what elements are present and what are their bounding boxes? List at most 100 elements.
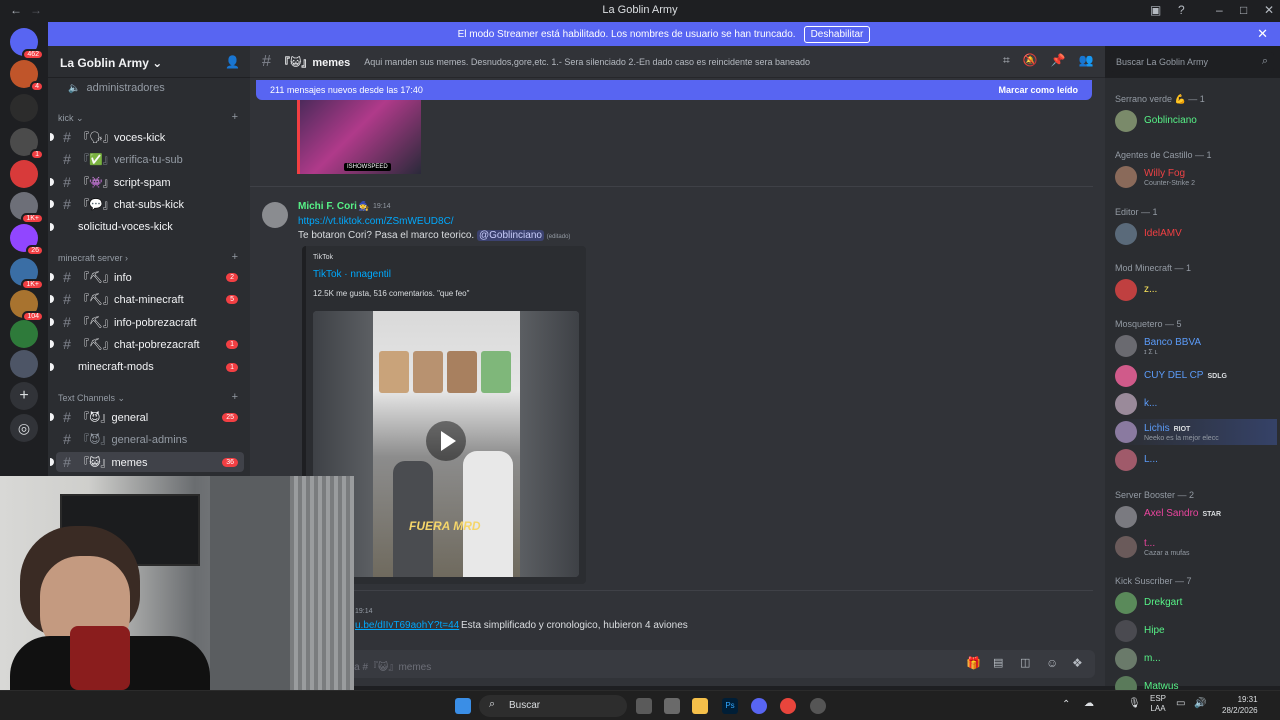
minimize-icon[interactable]: – [1216, 3, 1223, 17]
search-input[interactable]: Buscar La Goblin Army ⌕ [1110, 52, 1274, 72]
channel-chat-minecraft[interactable]: # 『⛏』chat-minecraft 5 [50, 289, 244, 309]
server-icon[interactable] [10, 320, 38, 348]
close-window-icon[interactable]: ✕ [1264, 3, 1274, 17]
server-icon[interactable] [10, 160, 38, 188]
help-icon[interactable]: ? [1178, 3, 1185, 17]
server-badge: 1 [30, 149, 44, 160]
category-text-channels[interactable]: Text Channels ⌄ [58, 393, 125, 404]
microphone-icon[interactable]: 🎙 [1128, 698, 1141, 709]
invite-icon[interactable]: 👤 [225, 55, 240, 69]
server-icon[interactable]: 1K+ [10, 258, 44, 290]
channel-topic[interactable]: Aqui manden sus memes. Desnudos,gore,etc… [364, 57, 810, 67]
channel-memes[interactable]: # 『😺』memes 36 [50, 452, 244, 472]
author-badge-icon: 🧙 [358, 201, 370, 211]
member-name: L... [1144, 454, 1158, 465]
add-channel-icon[interactable]: + [232, 111, 238, 123]
server-icon[interactable]: 4 [10, 60, 44, 92]
lang-code: ESP [1150, 694, 1167, 703]
channel-voces-kick[interactable]: # 『🗣』voces-kick [50, 127, 244, 147]
channel-label: 『⛏』info-pobrezacraft [78, 317, 197, 329]
new-messages-bar[interactable]: 211 mensajes nuevos desde las 17:40 Marc… [256, 80, 1092, 100]
member-activity: ɪ Σ ʟ [1144, 349, 1158, 356]
network-icon[interactable]: ▭ [1176, 698, 1185, 709]
channel-label: 『⛏』chat-pobrezacraft [78, 339, 200, 351]
embed-title[interactable]: TikTok · nnagentil [313, 269, 391, 280]
channel-chat-pobrezacraft[interactable]: # 『⛏』chat-pobrezacraft 1 [50, 334, 244, 354]
channel-solicitud-voces-kick[interactable]: solicitud-voces-kick [50, 217, 244, 237]
close-banner-icon[interactable]: ✕ [1257, 26, 1268, 42]
server-icon[interactable] [10, 350, 38, 378]
message-author[interactable]: Michi F. Cori [298, 201, 357, 212]
divider [250, 590, 1093, 591]
tray-icon[interactable]: ☁ [1084, 698, 1094, 709]
maximize-icon[interactable]: □ [1240, 3, 1247, 17]
category-kick[interactable]: kick ⌄ [58, 113, 84, 124]
sticker-icon[interactable]: ◫ [1020, 656, 1030, 669]
mention-count: 1 [226, 362, 238, 372]
message-link[interactable]: https://vt.tiktok.com/ZSmWEUD8C/ [298, 216, 454, 227]
hash-icon: # [63, 336, 71, 352]
photoshop-icon[interactable]: Ps [722, 698, 738, 714]
app-icon[interactable] [810, 698, 826, 714]
server-icon[interactable] [10, 94, 38, 122]
start-windows-icon[interactable] [455, 698, 471, 714]
channel-label: 『😈』general-admins [78, 434, 188, 446]
app-icon[interactable] [664, 698, 680, 714]
add-channel-icon[interactable]: + [232, 251, 238, 263]
member-activity: Neeko es la mejor elecc [1144, 435, 1219, 442]
channel-administradores[interactable]: 🔈 administradores [68, 78, 256, 98]
mark-read-button[interactable]: Marcar como leído [998, 85, 1078, 95]
member-name: Goblinciano [1144, 115, 1197, 126]
add-server-icon[interactable]: + [10, 382, 38, 410]
taskbar-search-label: Buscar [509, 700, 541, 711]
language-indicator[interactable]: ESP LAA [1150, 694, 1166, 714]
guild-header[interactable]: La Goblin Army ⌄ 👤 [48, 46, 250, 78]
previous-image-attachment[interactable]: ISHOWSPEED [297, 98, 421, 174]
member-name-text: Axel Sandro [1144, 508, 1199, 519]
message-link[interactable]: u.be/dIIvT69aohY?t=44 [355, 620, 459, 631]
channel-verifica-tu-sub[interactable]: # 『✅』verifica-tu-sub [56, 149, 244, 169]
gif-icon[interactable]: ▤ [993, 656, 1003, 669]
add-channel-icon[interactable]: + [232, 391, 238, 403]
member-item[interactable]: Lichis RIOT Neeko es la mejor elecc [1115, 419, 1277, 445]
category-minecraft[interactable]: minecraft server › [58, 253, 128, 263]
channel-general[interactable]: # 『😈』general 25 [50, 407, 244, 427]
gift-icon[interactable]: 🎁 [966, 656, 981, 670]
disable-streamer-button[interactable]: Deshabilitar [803, 25, 871, 43]
play-button[interactable] [426, 421, 466, 461]
mute-bell-icon[interactable]: 🔕 [1023, 53, 1038, 71]
hash-icon: # [63, 314, 71, 330]
channel-info-pobrezacraft[interactable]: # 『⛏』info-pobrezacraft [50, 312, 244, 332]
clock[interactable]: 19:31 28/2/2026 [1222, 694, 1258, 716]
direct-messages-icon[interactable]: 462 [10, 28, 44, 60]
message-composer[interactable]: aje a #『😺』memes 🎁 ▤ ◫ ☺ ❖ [330, 650, 1095, 678]
server-icon[interactable]: 26 [10, 224, 44, 256]
members-icon[interactable]: 👥 [1079, 53, 1094, 71]
embed-provider: TikTok [313, 254, 333, 261]
channel-general-admins[interactable]: # 『😈』general-admins [56, 429, 244, 449]
emoji-icon[interactable]: ☺ [1046, 656, 1058, 670]
channel-script-spam[interactable]: # 『👾』script-spam [50, 172, 244, 192]
server-badge: 462 [22, 49, 44, 60]
apps-icon[interactable]: ❖ [1072, 656, 1083, 670]
pin-icon[interactable]: 📌 [1051, 53, 1066, 71]
server-icon[interactable]: 104 [10, 290, 44, 322]
tray-chevron-icon[interactable]: ⌃ [1062, 699, 1070, 710]
chrome-icon[interactable] [780, 698, 796, 714]
channel-minecraft-mods[interactable]: minecraft-mods 1 [50, 357, 244, 377]
task-view-icon[interactable] [636, 698, 652, 714]
taskbar-search[interactable]: ⌕ Buscar [479, 695, 627, 717]
inbox-icon[interactable]: ▣ [1150, 3, 1161, 17]
channel-info[interactable]: # 『⛏』info 2 [50, 267, 244, 287]
server-icon[interactable]: 1K+ [10, 192, 44, 224]
explore-icon[interactable]: ◎ [10, 414, 38, 442]
channel-chat-subs-kick[interactable]: # 『💬』chat-subs-kick [50, 194, 244, 214]
server-icon[interactable]: 1 [10, 128, 44, 160]
discord-icon[interactable] [751, 698, 767, 714]
file-explorer-icon[interactable] [692, 698, 708, 714]
user-mention[interactable]: @Goblinciano [476, 230, 544, 241]
volume-icon[interactable]: 🔊 [1194, 698, 1206, 709]
avatar [1115, 592, 1137, 614]
threads-icon[interactable]: ⌗ [1003, 53, 1010, 71]
avatar[interactable] [262, 202, 288, 228]
